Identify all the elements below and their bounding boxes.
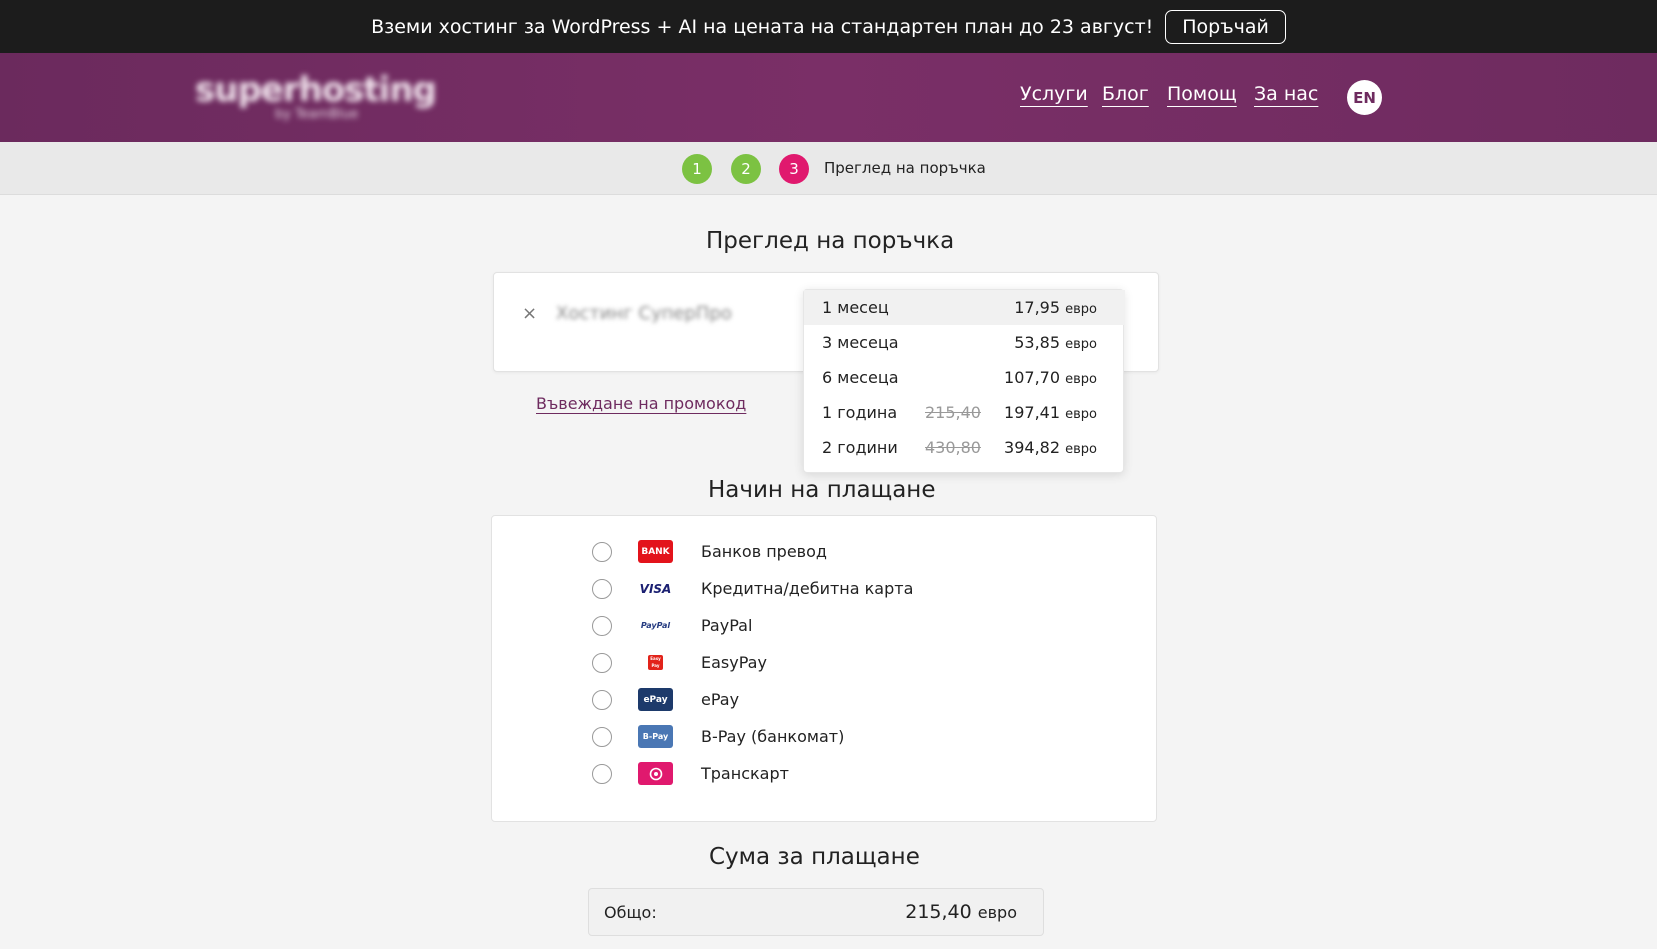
language-switch-button[interactable]: EN [1347, 80, 1382, 115]
bank-icon: BANK [638, 540, 673, 563]
radio-button[interactable] [592, 764, 612, 784]
period-option[interactable]: 1 месец 17,95 евро [804, 290, 1125, 325]
step-3: 3 [779, 154, 809, 184]
site-header: superhosting by TeamBlue Услуги Блог Пом… [0, 53, 1657, 142]
radio-button[interactable] [592, 616, 612, 636]
transcard-icon [638, 762, 673, 785]
nav-services[interactable]: Услуги [1020, 83, 1088, 105]
payment-option-bank[interactable]: BANK Банков превод [492, 537, 1158, 567]
payment-label: B-Pay (банкомат) [701, 727, 845, 746]
radio-button[interactable] [592, 690, 612, 710]
period-option[interactable]: 3 месеца 53,85 евро [804, 325, 1125, 360]
period-label: 1 година [822, 403, 898, 422]
nav-blog[interactable]: Блог [1102, 83, 1149, 105]
payment-option-easypay[interactable]: Easy Pay EasyPay [492, 648, 1158, 678]
period-price: 53,85 евро [1014, 333, 1097, 352]
promo-text: Вземи хостинг за WordPress + AI на ценат… [371, 15, 1154, 38]
period-price: 107,70 евро [1004, 368, 1097, 387]
paypal-icon: PayPal [638, 614, 673, 637]
period-price: 17,95 евро [1014, 298, 1097, 317]
logo-text: superhosting [195, 70, 437, 110]
nav-about[interactable]: За нас [1254, 83, 1318, 105]
period-option[interactable]: 6 месеца 107,70 евро [804, 360, 1125, 395]
payment-label: Банков превод [701, 542, 827, 561]
total-label: Общо: [604, 903, 657, 922]
product-name: Хостинг СуперПро [556, 303, 732, 324]
payment-label: EasyPay [701, 653, 767, 672]
period-old-price: 215,40 [925, 403, 981, 422]
payment-option-epay[interactable]: ePay ePay [492, 685, 1158, 715]
radio-button[interactable] [592, 727, 612, 747]
period-label: 6 месеца [822, 368, 899, 387]
payment-label: ePay [701, 690, 740, 709]
current-step-label: Преглед на поръчка [824, 159, 986, 177]
order-now-button[interactable]: Поръчай [1165, 9, 1286, 44]
easypay-icon: Easy Pay [638, 651, 673, 674]
payment-option-transcard[interactable]: Транскарт [492, 759, 1158, 789]
transcard-symbol-icon [649, 767, 662, 780]
promo-bar: Вземи хостинг за WordPress + AI на ценат… [0, 0, 1657, 53]
order-review-title: Преглед на поръчка [706, 228, 955, 254]
billing-period-dropdown[interactable]: 1 месец 17,95 евро 3 месеца 53,85 евро 6… [803, 289, 1125, 473]
checkout-steps: 1 2 3 Преглед на поръчка [0, 142, 1657, 195]
step-1[interactable]: 1 [682, 154, 712, 184]
period-price: 394,82 евро [1004, 438, 1097, 457]
radio-button[interactable] [592, 542, 612, 562]
payment-label: Кредитна/дебитна карта [701, 579, 914, 598]
radio-button[interactable] [592, 653, 612, 673]
logo[interactable]: superhosting by TeamBlue [195, 70, 437, 123]
period-option[interactable]: 2 години 430,80 394,82 евро [804, 430, 1125, 465]
total-box: Общо: 215,40 евро [588, 888, 1044, 936]
payment-option-bpay[interactable]: B-Pay B-Pay (банкомат) [492, 722, 1158, 752]
period-label: 3 месеца [822, 333, 899, 352]
payment-label: PayPal [701, 616, 753, 635]
logo-subtext: by TeamBlue [275, 107, 359, 122]
payment-option-card[interactable]: VISA Кредитна/дебитна карта [492, 574, 1158, 604]
easypay-logo: Easy Pay [648, 655, 663, 670]
nav-help[interactable]: Помощ [1167, 83, 1237, 105]
payment-label: Транскарт [701, 764, 789, 783]
close-icon[interactable]: × [522, 303, 537, 324]
total-value: 215,40 евро [905, 901, 1017, 923]
payment-option-paypal[interactable]: PayPal PayPal [492, 611, 1158, 641]
step-2[interactable]: 2 [731, 154, 761, 184]
visa-icon: VISA [638, 577, 673, 600]
payment-methods-card: BANK Банков превод VISA Кредитна/дебитна… [491, 515, 1157, 822]
epay-icon: ePay [638, 688, 673, 711]
period-price: 197,41 евро [1004, 403, 1097, 422]
summary-title: Сума за плащане [709, 844, 920, 870]
period-old-price: 430,80 [925, 438, 981, 457]
promo-code-link[interactable]: Въвеждане на промокод [536, 394, 746, 413]
payment-title: Начин на плащане [708, 477, 936, 503]
period-label: 2 години [822, 438, 898, 457]
period-label: 1 месец [822, 298, 889, 317]
bpay-icon: B-Pay [638, 725, 673, 748]
radio-button[interactable] [592, 579, 612, 599]
period-option[interactable]: 1 година 215,40 197,41 евро [804, 395, 1125, 430]
